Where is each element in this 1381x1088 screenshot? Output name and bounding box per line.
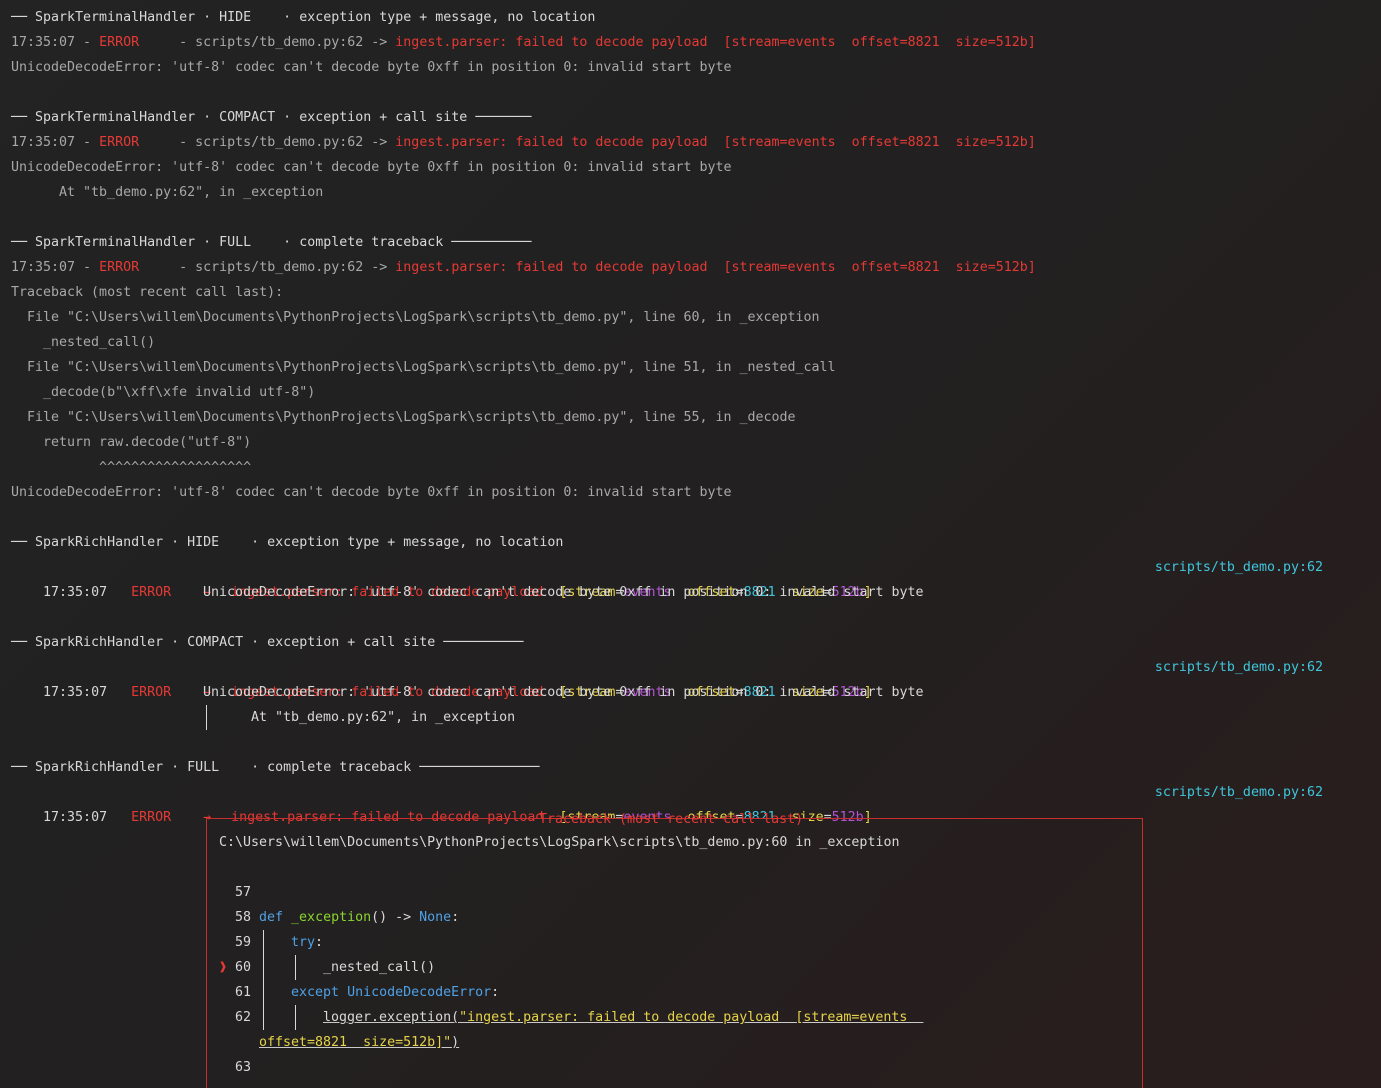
log-line: 17:35:07 - ERROR - scripts/tb_demo.py:62… xyxy=(11,260,1036,275)
timestamp: 17:35:07 xyxy=(43,585,108,600)
code-line: try: xyxy=(291,935,324,950)
traceback-line: File "C:\Users\willem\Documents\PythonPr… xyxy=(11,360,836,375)
level-badge: ERROR xyxy=(99,135,140,150)
log-line: 17:35:07 - ERROR - scripts/tb_demo.py:62… xyxy=(11,35,1036,50)
timestamp: 17:35:07 xyxy=(11,35,76,50)
section-header: ── SparkTerminalHandler · HIDE · excepti… xyxy=(11,10,596,25)
terminal-window: ── SparkTerminalHandler · HIDE · excepti… xyxy=(0,0,1381,1088)
log-message: ingest.parser: failed to decode payload … xyxy=(395,260,1036,275)
exception-line: UnicodeDecodeError: 'utf-8' codec can't … xyxy=(11,160,732,175)
code-line-number: 60 xyxy=(235,960,252,975)
section-header: ── SparkTerminalHandler · FULL · complet… xyxy=(11,235,532,250)
code-line-highlighted-wrap: offset=8821 size=512b]") xyxy=(259,1035,460,1050)
code-line-number: 57 xyxy=(235,885,252,900)
code-line: _nested_call() xyxy=(323,960,436,975)
level-badge: ERROR xyxy=(99,35,140,50)
rich-log-line: 17:35:07 ERROR → ingest.parser: failed to d… xyxy=(43,810,872,825)
exception-line: UnicodeDecodeError: 'utf-8' codec can't … xyxy=(203,585,924,600)
location: - scripts/tb_demo.py:62 -> xyxy=(139,135,396,150)
traceback-caret-line: ^^^^^^^^^^^^^^^^^^^ xyxy=(11,460,252,475)
traceback-line: Traceback (most recent call last): xyxy=(11,285,284,300)
traceback-line: _nested_call() xyxy=(11,335,156,350)
level-badge: ERROR xyxy=(99,260,140,275)
call-site-line: At "tb_demo.py:62", in _exception xyxy=(251,710,516,725)
error-marker-icon: ❱ xyxy=(219,960,228,975)
timestamp: 17:35:07 xyxy=(43,685,108,700)
code-line-number: 58 xyxy=(235,910,252,925)
indent-guide xyxy=(295,1005,296,1030)
exception-line: UnicodeDecodeError: 'utf-8' codec can't … xyxy=(11,60,732,75)
code-line: def _exception() -> None: xyxy=(259,910,460,925)
location: - scripts/tb_demo.py:62 -> xyxy=(139,35,396,50)
log-message: ingest.parser: failed to decode payload … xyxy=(395,35,1036,50)
code-line-number: 59 xyxy=(235,935,252,950)
traceback-line: File "C:\Users\willem\Documents\PythonPr… xyxy=(11,410,796,425)
code-line-number: 62 xyxy=(235,1010,252,1025)
traceback-title: Traceback (most recent call last) xyxy=(539,812,804,827)
level-badge: ERROR xyxy=(131,685,172,700)
log-line: 17:35:07 - ERROR - scripts/tb_demo.py:62… xyxy=(11,135,1036,150)
code-line-highlighted: logger.exception("ingest.parser: failed … xyxy=(323,1010,924,1025)
traceback-line: _decode(b"\xff\xfe invalid utf-8") xyxy=(11,385,316,400)
indent-guide xyxy=(263,930,264,1030)
source-location-link[interactable]: scripts/tb_demo.py:62 xyxy=(1155,655,1323,680)
code-line-number: 61 xyxy=(235,985,252,1000)
exception-line: UnicodeDecodeError: 'utf-8' codec can't … xyxy=(11,485,732,500)
source-location-link[interactable]: scripts/tb_demo.py:62 xyxy=(1155,780,1323,805)
code-line-number: 63 xyxy=(235,1060,252,1075)
exception-line: UnicodeDecodeError: 'utf-8' codec can't … xyxy=(203,685,924,700)
section-header: ── SparkRichHandler · FULL · complete tr… xyxy=(11,760,540,775)
rich-log-line: 17:35:07 ERROR → ingest.parser: failed to d… xyxy=(43,685,872,700)
traceback-line: File "C:\Users\willem\Documents\PythonPr… xyxy=(11,310,820,325)
timestamp: 17:35:07 xyxy=(11,260,76,275)
log-message: ingest.parser: failed to decode payload … xyxy=(395,135,1036,150)
call-site-bar xyxy=(206,705,207,730)
source-location-link[interactable]: scripts/tb_demo.py:62 xyxy=(1155,555,1323,580)
section-header: ── SparkTerminalHandler · COMPACT · exce… xyxy=(11,110,532,125)
location: - scripts/tb_demo.py:62 -> xyxy=(139,260,396,275)
level-badge: ERROR xyxy=(131,810,172,825)
code-line: except UnicodeDecodeError: xyxy=(291,985,500,1000)
section-header: ── SparkRichHandler · HIDE · exception t… xyxy=(11,535,564,550)
rich-log-line: 17:35:07 ERROR → ingest.parser: failed to d… xyxy=(43,585,872,600)
section-header: ── SparkRichHandler · COMPACT · exceptio… xyxy=(11,635,524,650)
traceback-file-path[interactable]: C:\Users\willem\Documents\PythonProjects… xyxy=(219,830,899,855)
timestamp: 17:35:07 xyxy=(43,810,108,825)
call-site-line: At "tb_demo.py:62", in _exception xyxy=(11,185,324,200)
level-badge: ERROR xyxy=(131,585,172,600)
traceback-line: return raw.decode("utf-8") xyxy=(11,435,252,450)
timestamp: 17:35:07 xyxy=(11,135,76,150)
indent-guide xyxy=(295,955,296,980)
